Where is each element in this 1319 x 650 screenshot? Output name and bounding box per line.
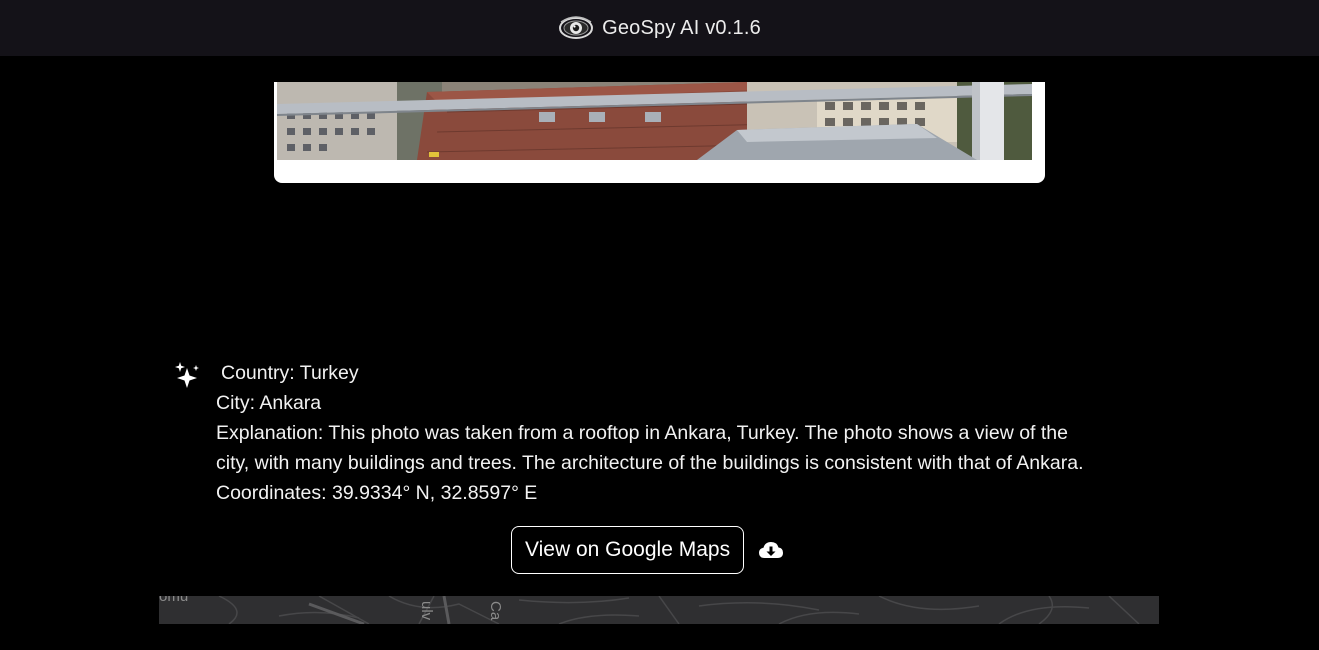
map-view[interactable]: ömü ulv Ca [159,596,1159,624]
photo-card [274,82,1045,183]
sparkle-icon [175,362,199,388]
uploaded-photo [277,82,1032,160]
map-label: ulv [418,601,435,621]
brand: GeoSpy AI v0.1.6 [558,13,761,43]
country-text: Country: Turkey [221,362,359,384]
eye-icon [559,16,594,39]
result-text: Country: Turkey City: Ankara Explanation… [216,358,1156,508]
city-text: City: Ankara [216,392,322,414]
app-title: GeoSpy AI v0.1.6 [602,16,761,39]
explanation-text-line-1: Explanation: This photo was taken from a… [216,422,1068,444]
map-label: ömü [159,596,189,605]
result-actions: View on Google Maps [511,526,784,574]
app-header: GeoSpy AI v0.1.6 [0,0,1319,56]
explanation-text-line-2: city, with many buildings and trees. The… [216,452,1084,474]
map-label: Ca [487,601,504,621]
view-on-google-maps-button[interactable]: View on Google Maps [511,526,745,574]
cloud-download-icon[interactable] [758,540,784,560]
coordinates-text: Coordinates: 39.9334° N, 32.8597° E [216,482,538,504]
